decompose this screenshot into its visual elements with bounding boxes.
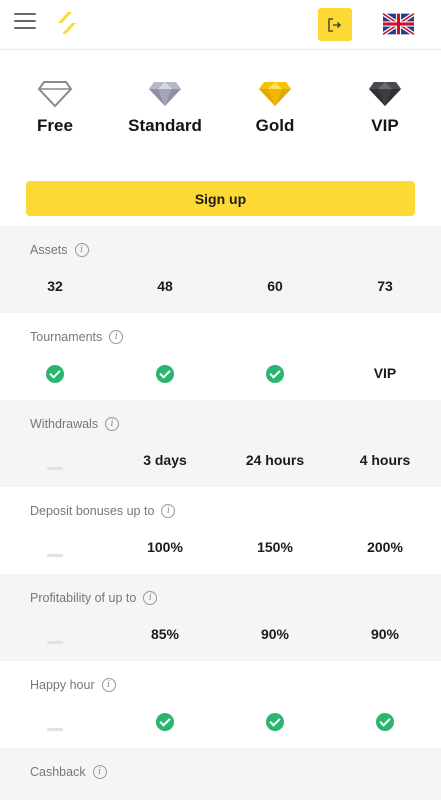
feature-title: Assets i [30,243,89,257]
feature-row: Withdrawals i 3 days 24 hours 4 hours [0,400,441,487]
feature-cell-value: 200% [367,539,403,555]
feature-cell [0,537,110,557]
check-icon [266,365,284,384]
diamond-gold-icon [259,82,291,106]
feature-cell-value: 48 [157,278,173,294]
feature-title: Profitability of up to i [30,591,158,605]
login-exit-icon [328,17,341,32]
feature-comparison-table: Assets i 32 48 60 73 Tournaments i VIP Withdrawal… [0,226,441,800]
feature-cell [220,711,330,732]
tier-label: Gold [255,116,295,135]
login-button[interactable] [318,8,352,41]
feature-cell-value: VIP [373,365,397,381]
top-header [0,0,441,50]
diamond-dark-icon [369,82,401,106]
not-available-dash [47,640,63,644]
feature-row: Cashback i [0,748,441,800]
feature-title-text: Withdrawals [30,417,99,431]
tier-label: Free [37,116,73,135]
feature-cell [0,624,110,644]
feature-title: Cashback i [30,765,107,779]
diamond-outline-icon [37,81,73,108]
tier-free: Free [0,80,110,150]
feature-cell-value: 32 [47,278,63,294]
feature-cell-value: 150% [257,539,293,555]
info-icon[interactable]: i [143,591,158,605]
tier-standard: Standard [110,80,220,150]
feature-title: Tournaments i [30,330,124,344]
feature-cell [0,363,110,384]
feature-cell-value: 3 days [143,452,187,468]
feature-title-text: Deposit bonuses up to [30,504,155,518]
feature-cell [110,711,220,732]
info-icon[interactable]: i [101,678,116,692]
uk-flag-icon[interactable] [383,13,414,35]
feature-row: Assets i 32 48 60 73 [0,226,441,313]
feature-title-text: Tournaments [30,330,103,344]
feature-cell-value: 73 [377,278,393,294]
feature-cell [220,363,330,384]
feature-cell [110,363,220,384]
hamburger-menu-icon[interactable] [14,13,36,31]
feature-title-text: Assets [30,243,68,257]
info-icon[interactable]: i [92,765,107,779]
tier-headers: Free Standard Gold VIP [0,80,441,150]
feature-title: Deposit bonuses up to i [30,504,176,518]
tier-label: VIP [371,116,399,135]
info-icon[interactable]: i [105,417,120,431]
feature-cell-value: 90% [260,626,290,642]
feature-title-text: Happy hour [30,678,95,692]
signup-button[interactable]: Sign up [26,181,415,216]
feature-row: Deposit bonuses up to i 100% 150% 200% [0,487,441,574]
feature-cell-value: 100% [147,539,183,555]
feature-row: Profitability of up to i 85% 90% 90% [0,574,441,661]
check-icon [156,713,174,732]
feature-cell [0,450,110,470]
feature-row: Happy hour i [0,661,441,748]
check-icon [376,713,394,732]
feature-cell-value: 85% [150,626,180,642]
check-icon [266,713,284,732]
feature-cell-value: 24 hours [245,452,305,468]
check-icon [46,365,64,384]
info-icon[interactable]: i [161,504,176,518]
info-icon[interactable]: i [109,330,124,344]
feature-row: Tournaments i VIP [0,313,441,400]
diamond-silver-icon [149,82,181,106]
feature-title-text: Profitability of up to [30,591,137,605]
tier-vip: VIP [330,80,440,150]
check-icon [156,365,174,384]
tier-gold: Gold [220,80,330,150]
info-icon[interactable]: i [74,243,89,257]
feature-cell-value: 60 [267,278,283,294]
feature-title: Withdrawals i [30,417,120,431]
logo-icon[interactable] [54,9,78,37]
feature-cell [0,711,110,731]
feature-title: Happy hour i [30,678,116,692]
not-available-dash [47,727,63,731]
tier-label: Standard [128,116,202,135]
feature-cell [330,711,440,732]
feature-cell-value: 4 hours [359,452,411,468]
feature-cell-value: 90% [370,626,400,642]
feature-title-text: Cashback [30,765,86,779]
not-available-dash [47,466,63,470]
not-available-dash [47,553,63,557]
